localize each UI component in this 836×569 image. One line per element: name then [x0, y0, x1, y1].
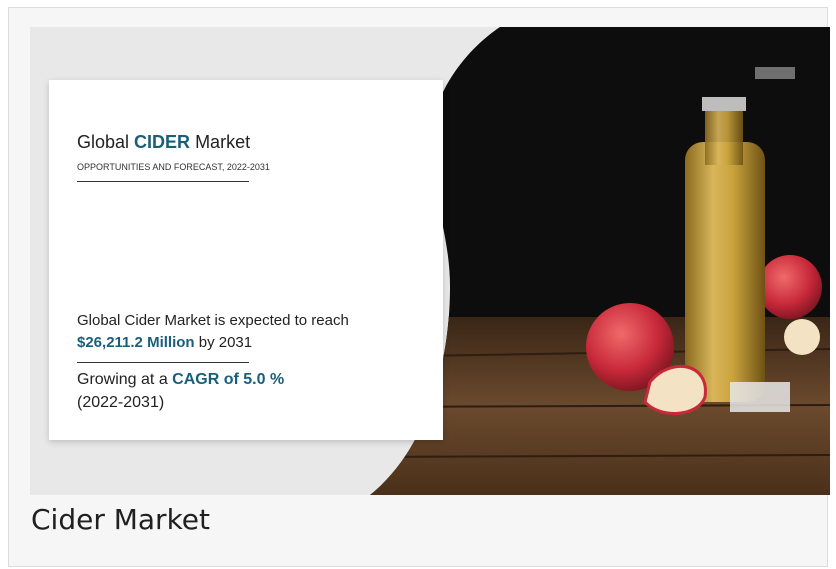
- forecast-value: $26,211.2 Million by 2031: [77, 334, 253, 351]
- banner-subtitle: OPPORTUNITIES AND FORECAST, 2022-2031: [77, 162, 270, 172]
- image-card: Global CIDER Market OPPORTUNITIES AND FO…: [8, 7, 830, 567]
- banner-title: Global CIDER Market: [77, 132, 251, 152]
- cagr-period: (2022-2031): [77, 394, 165, 411]
- market-banner[interactable]: Global CIDER Market OPPORTUNITIES AND FO…: [30, 27, 830, 495]
- cagr-text: Growing at a CAGR of 5.0 %: [77, 371, 285, 388]
- forecast-text: Global Cider Market is expected to reach: [77, 312, 349, 329]
- image-caption[interactable]: Cider Market: [31, 503, 210, 536]
- value-divider: [77, 362, 249, 363]
- headline-panel: Global CIDER Market OPPORTUNITIES AND FO…: [49, 80, 443, 440]
- title-divider: [77, 181, 249, 182]
